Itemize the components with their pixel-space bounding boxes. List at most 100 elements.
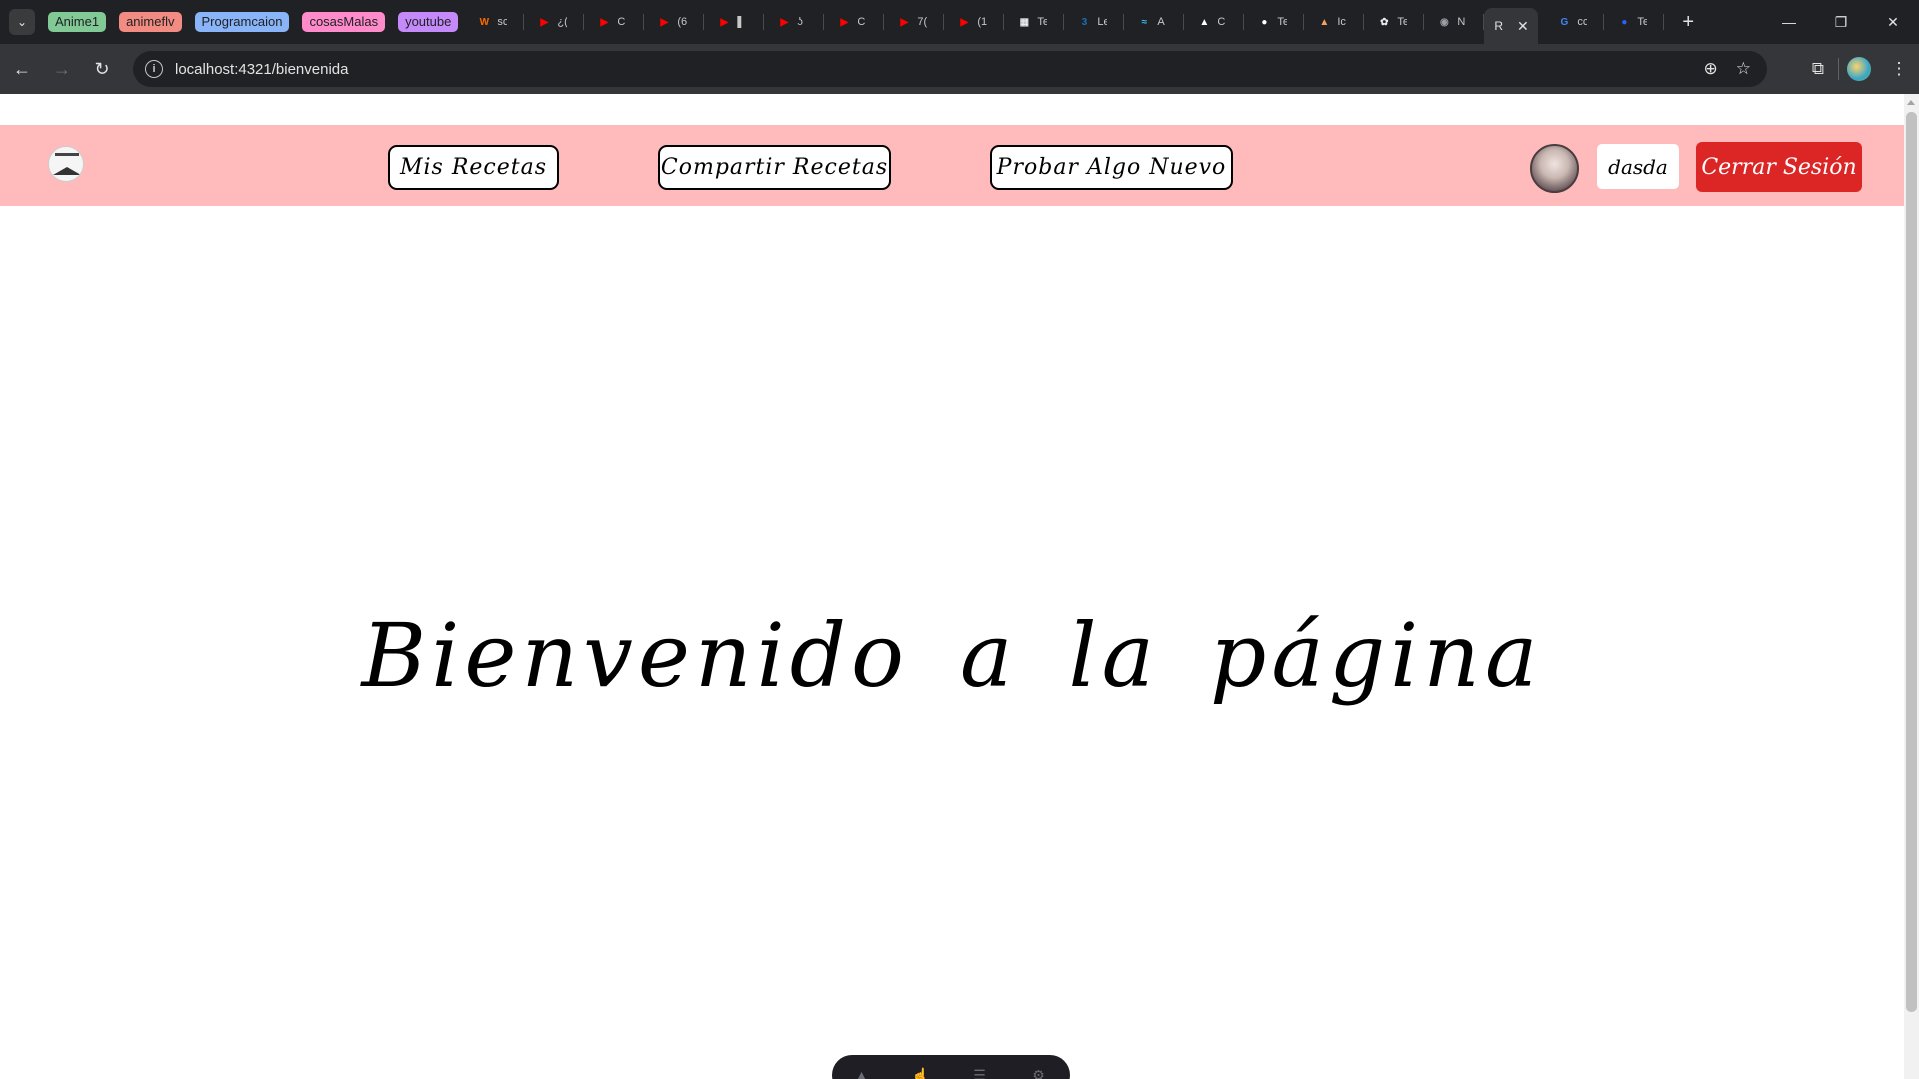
browser-tab-after-1[interactable]: ● Te	[1604, 0, 1665, 44]
browser-tab-10[interactable]: 3 Le	[1064, 0, 1125, 44]
tab-title: Te	[1277, 16, 1288, 28]
audit-icon[interactable]: ☰	[950, 1067, 1009, 1079]
youtube-icon: ▶	[780, 16, 789, 28]
active-tab-title: R	[1494, 19, 1504, 33]
browser-tab-11[interactable]: ≈ A	[1124, 0, 1185, 44]
tailwind-icon: ≈	[1141, 16, 1148, 28]
browser-tab-16[interactable]: ◉ N	[1424, 0, 1485, 44]
browser-tab-1[interactable]: ▶ ¿(	[524, 0, 585, 44]
browser-toolbar: ← → ↻ i localhost:4321/bienvenida ⊕ ☆ ⧉ …	[0, 44, 1919, 94]
astro-icon: ▲	[1199, 16, 1210, 28]
logout-button[interactable]: Cerrar Sesión	[1696, 142, 1862, 192]
google-icon: G	[1560, 16, 1569, 28]
browser-tab-8[interactable]: ▶ (1	[944, 0, 1005, 44]
tab-title: Ic	[1337, 16, 1346, 28]
tab-search-button[interactable]: ⌄	[9, 9, 35, 35]
close-icon[interactable]: ✕	[1517, 18, 1529, 35]
youtube-icon: ▶	[960, 16, 969, 28]
browser-tab-6[interactable]: ▶ C	[824, 0, 885, 44]
logo-text-mark	[55, 153, 79, 156]
inspect-icon[interactable]: ☝	[891, 1067, 950, 1079]
tab-group-cosasmalas[interactable]: cosasMalas	[302, 12, 386, 32]
browser-tab-2[interactable]: ▶ C	[584, 0, 645, 44]
youtube-icon: ▶	[540, 16, 549, 28]
scroll-thumb[interactable]	[1906, 112, 1917, 1012]
tab-groups: Anime1 animeflv Programcaion cosasMalas …	[48, 12, 459, 32]
chrome-icon: ◉	[1439, 16, 1449, 28]
tab-title: cc	[1577, 16, 1588, 28]
browser-tab-5[interactable]: ▶ ʖ	[764, 0, 825, 44]
tab-title: 7(	[917, 16, 928, 28]
settings-gear-icon[interactable]: ⚙	[1009, 1067, 1068, 1079]
back-arrow-icon[interactable]: ←	[4, 51, 40, 87]
vertical-scrollbar[interactable]	[1904, 94, 1919, 1079]
browser-tab-7[interactable]: ▶ 7(	[884, 0, 945, 44]
tab-title: A	[1157, 16, 1165, 28]
tab-title: Te	[1037, 16, 1048, 28]
astro-icon[interactable]: ▲	[832, 1067, 891, 1079]
tab-title: sc	[497, 16, 508, 28]
tab-title: Te	[1637, 16, 1648, 28]
nav-mis-recetas[interactable]: Mis Recetas	[388, 145, 559, 190]
browser-tab-after-0[interactable]: Gcc	[1544, 0, 1605, 44]
tab-group-anime1[interactable]: Anime1	[48, 12, 107, 32]
browser-tabs: Wsc ▶ ¿(▶ C ▶ (6 ▶ ▌ ▶ ʖ ▶ C ▶ 7(▶ (1 ▦ Te 3 Le ≈ A ▲ C ● Te ▲ Ic ✿…	[464, 0, 1485, 44]
profile-avatar-icon[interactable]	[1847, 57, 1871, 81]
welcome-heading: Bienvenido a la página	[361, 604, 1543, 707]
browser-tab-0[interactable]: Wsc	[464, 0, 525, 44]
tab-title: Le	[1097, 16, 1108, 28]
zoom-icon[interactable]: ⊕	[1704, 59, 1718, 79]
bookmark-star-icon[interactable]: ☆	[1736, 59, 1751, 79]
youtube-icon: ▶	[600, 16, 609, 28]
extensions-puzzle-icon[interactable]: ⧉	[1798, 59, 1838, 79]
kebab-menu-icon[interactable]: ⋮	[1879, 59, 1919, 79]
tab-group-programcaion[interactable]: Programcaion	[194, 12, 290, 32]
tab-title: Te	[1397, 16, 1408, 28]
tab-title: ▌	[737, 16, 746, 28]
reload-icon[interactable]: ↻	[84, 51, 120, 87]
restore-icon[interactable]: ❐	[1815, 0, 1867, 44]
tab-title: (1	[977, 16, 988, 28]
dev-toolbar[interactable]: ▲ ☝ ☰ ⚙	[832, 1055, 1070, 1079]
forward-arrow-icon[interactable]: →	[44, 51, 80, 87]
w-icon: W	[479, 16, 490, 28]
mountain-icon: ▲	[1319, 16, 1330, 28]
tab-title: C	[617, 16, 626, 28]
youtube-icon: ▶	[900, 16, 909, 28]
youtube-icon: ▶	[840, 16, 849, 28]
openai-icon: ✿	[1380, 16, 1389, 28]
tab-group-youtube[interactable]: youtube	[398, 12, 459, 32]
browser-tab-12[interactable]: ▲ C	[1184, 0, 1245, 44]
tab-title: C	[857, 16, 866, 28]
active-tab[interactable]: R ✕	[1484, 8, 1539, 44]
css-icon: 3	[1081, 16, 1088, 28]
address-bar[interactable]: i localhost:4321/bienvenida ⊕ ☆	[133, 51, 1767, 87]
new-tab-plus-icon[interactable]: +	[1682, 11, 1694, 34]
browser-tab-4[interactable]: ▶ ▌	[704, 0, 765, 44]
browser-tab-9[interactable]: ▦ Te	[1004, 0, 1065, 44]
browser-tab-15[interactable]: ✿ Te	[1364, 0, 1425, 44]
browser-tab-3[interactable]: ▶ (6	[644, 0, 705, 44]
user-avatar[interactable]	[1530, 144, 1579, 193]
blue-circle-icon: ●	[1621, 16, 1628, 28]
url-text[interactable]: localhost:4321/bienvenida	[175, 61, 348, 78]
github-icon: ●	[1261, 16, 1268, 28]
tab-title: ¿(	[557, 16, 568, 28]
site-navbar: Mis Recetas Compartir Recetas Probar Alg…	[0, 125, 1904, 206]
nav-compartir-recetas[interactable]: Compartir Recetas	[658, 145, 891, 190]
username-label: dasda	[1597, 144, 1679, 189]
window-controls: — ❐ ✕	[1763, 0, 1919, 44]
youtube-icon: ▶	[720, 16, 729, 28]
logo-emblem	[53, 167, 81, 175]
close-window-icon[interactable]: ✕	[1867, 0, 1919, 44]
scroll-up-arrow-icon[interactable]	[1907, 100, 1915, 105]
minimize-icon[interactable]: —	[1763, 0, 1815, 44]
browser-tab-14[interactable]: ▲ Ic	[1304, 0, 1365, 44]
nav-probar-algo-nuevo[interactable]: Probar Algo Nuevo	[990, 145, 1233, 190]
tab-title: (6	[677, 16, 688, 28]
browser-tab-13[interactable]: ● Te	[1244, 0, 1305, 44]
tab-group-animeflv[interactable]: animeflv	[119, 12, 182, 32]
site-info-icon[interactable]: i	[145, 60, 163, 78]
tab-title: ʖ	[797, 16, 803, 28]
site-logo[interactable]	[48, 146, 84, 182]
